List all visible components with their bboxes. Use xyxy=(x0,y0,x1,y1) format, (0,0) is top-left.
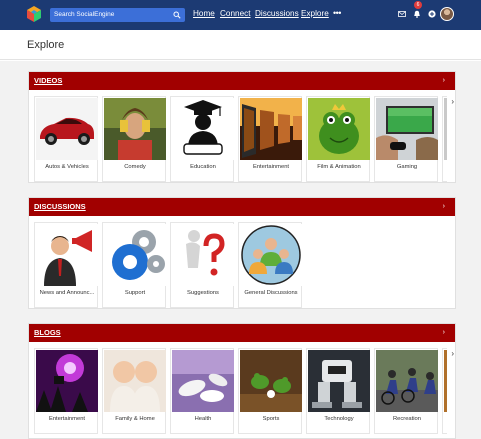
category-image xyxy=(444,98,447,160)
category-card[interactable]: Family & Home xyxy=(102,348,166,434)
category-card[interactable]: Suggestions xyxy=(170,222,234,308)
chevron-right-icon[interactable]: › xyxy=(443,327,445,339)
category-label: Sports xyxy=(262,416,280,422)
category-card[interactable]: Gaming xyxy=(374,96,438,182)
section-title-blogs[interactable]: BLOGS xyxy=(34,327,61,339)
category-card[interactable]: Support xyxy=(102,222,166,308)
carousel-next-icon[interactable]: › xyxy=(451,97,454,107)
category-label: Recreation xyxy=(392,416,422,422)
category-card[interactable]: Technology xyxy=(306,348,370,434)
nav-home-link[interactable]: Home xyxy=(193,8,215,20)
category-card[interactable]: Sports xyxy=(238,348,302,434)
category-card[interactable]: Film & Animation xyxy=(306,96,370,182)
section-header: DISCUSSIONS › xyxy=(29,198,455,216)
category-label: Education xyxy=(190,164,216,170)
category-card[interactable]: Autos & Vehicles xyxy=(34,96,98,182)
category-image xyxy=(308,98,370,160)
category-card[interactable]: Entertainment xyxy=(34,348,98,434)
more-menu-button[interactable]: ••• xyxy=(333,7,341,19)
blogs-section: BLOGS › Entertainment Family & Home Heal… xyxy=(28,323,456,439)
category-carousel: News and Announc... Support Suggestions … xyxy=(34,222,447,310)
category-label: Support xyxy=(124,290,146,296)
category-image xyxy=(36,224,98,286)
carousel-next-icon[interactable]: › xyxy=(451,349,454,359)
category-label: Film & Animation xyxy=(317,164,361,170)
search-input[interactable]: Search SocialEngine xyxy=(50,8,185,22)
bell-icon[interactable] xyxy=(413,10,421,18)
category-card[interactable]: News and Announc... xyxy=(34,222,98,308)
socialengine-logo-icon[interactable] xyxy=(26,6,42,22)
top-navigation-bar: Search SocialEngine Home Connect Discuss… xyxy=(0,0,481,30)
category-label: Health xyxy=(194,416,212,422)
category-label: Autos & Vehicles xyxy=(45,164,89,170)
category-label: Comedy xyxy=(124,164,146,170)
category-image xyxy=(444,350,447,412)
chevron-right-icon[interactable]: › xyxy=(443,201,445,213)
category-image xyxy=(376,350,438,412)
section-header: VIDEOS › xyxy=(29,72,455,90)
category-card[interactable]: Entertainment xyxy=(238,96,302,182)
section-title-videos[interactable]: VIDEOS xyxy=(34,75,62,87)
chevron-right-icon[interactable]: › xyxy=(443,75,445,87)
section-title-discussions[interactable]: DISCUSSIONS xyxy=(34,201,86,213)
search-icon[interactable] xyxy=(173,11,181,19)
category-card[interactable]: Comedy xyxy=(102,96,166,182)
category-image xyxy=(36,98,98,160)
category-label: Gaming xyxy=(396,164,418,170)
category-label: Technology xyxy=(324,416,354,422)
notification-badge: 6 xyxy=(414,1,422,9)
category-label: Suggestions xyxy=(187,290,219,296)
category-carousel: Autos & Vehicles Comedy Education Entert… xyxy=(34,96,447,184)
category-label: Family & Home xyxy=(115,416,155,422)
category-image xyxy=(308,350,370,412)
discussions-section: DISCUSSIONS › News and Announc... Suppor… xyxy=(28,197,456,309)
mail-icon[interactable] xyxy=(398,10,406,18)
search-placeholder: Search SocialEngine xyxy=(54,11,115,18)
user-avatar[interactable] xyxy=(440,7,454,21)
category-image xyxy=(240,224,302,286)
category-image xyxy=(104,98,166,160)
category-card-partial[interactable] xyxy=(442,96,447,182)
nav-connect-link[interactable]: Connect xyxy=(220,8,251,20)
nav-discussions-link[interactable]: Discussions xyxy=(255,8,299,20)
category-label: General Discussions xyxy=(244,290,298,296)
category-image xyxy=(240,98,302,160)
plus-circle-icon[interactable] xyxy=(428,10,436,18)
page-title: Explore xyxy=(27,39,65,51)
category-image xyxy=(36,350,98,412)
category-card[interactable]: Education xyxy=(170,96,234,182)
category-card[interactable]: Recreation xyxy=(374,348,438,434)
category-label: Entertainment xyxy=(48,416,86,422)
category-image xyxy=(104,224,166,286)
category-card[interactable]: Health xyxy=(170,348,234,434)
category-image xyxy=(172,224,234,286)
category-image xyxy=(376,98,438,160)
category-label: News and Announc... xyxy=(39,290,95,296)
category-label: Entertainment xyxy=(252,164,290,170)
videos-section: VIDEOS › Autos & Vehicles Comedy Educati… xyxy=(28,71,456,183)
section-header: BLOGS › xyxy=(29,324,455,342)
page-title-bar xyxy=(0,30,481,60)
category-image xyxy=(172,350,234,412)
category-image xyxy=(172,98,234,160)
category-image xyxy=(240,350,302,412)
category-card[interactable]: General Discussions xyxy=(238,222,302,308)
category-carousel: Entertainment Family & Home Health Sport… xyxy=(34,348,447,436)
category-image xyxy=(104,350,166,412)
category-card-partial[interactable] xyxy=(442,348,447,434)
nav-explore-link[interactable]: Explore xyxy=(301,8,329,20)
